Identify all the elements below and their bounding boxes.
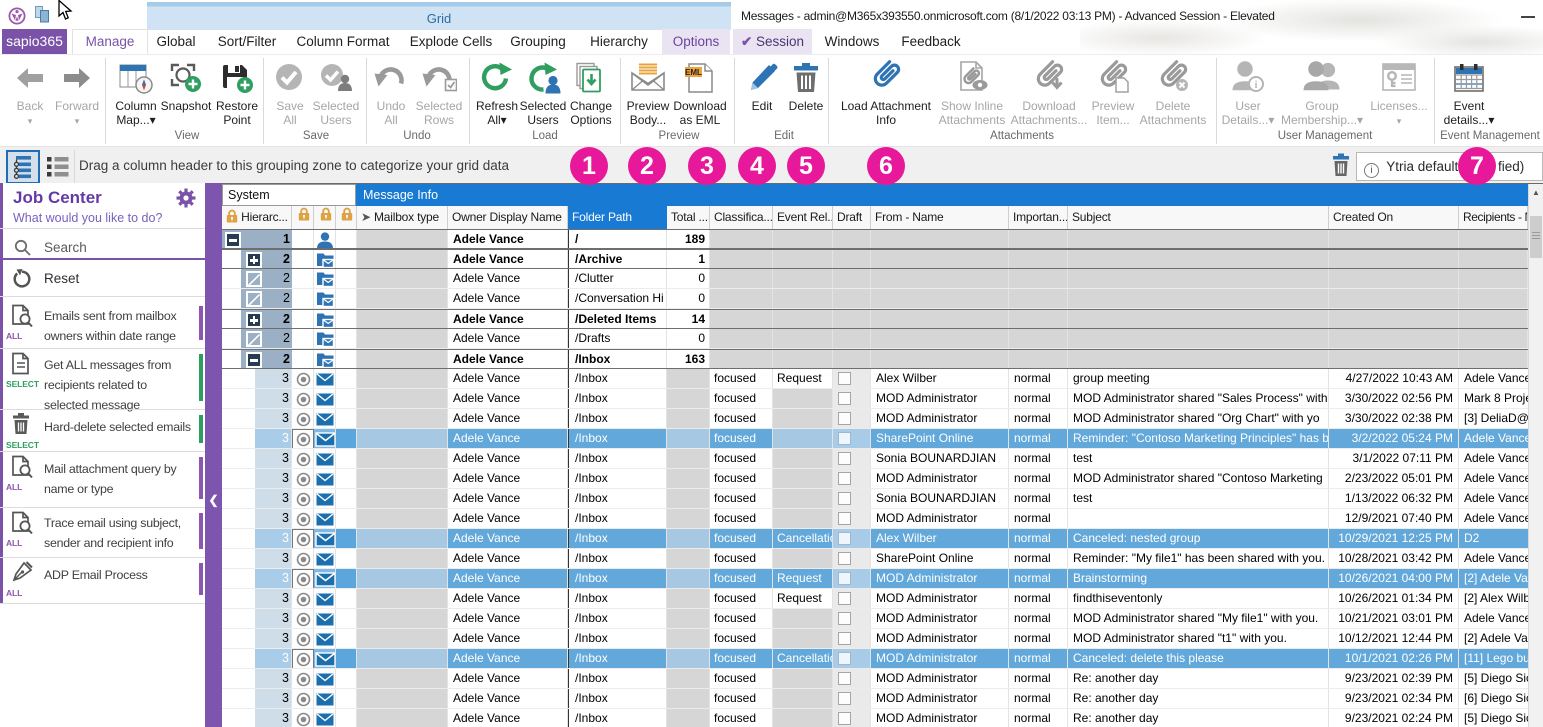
svg-text:EML: EML: [685, 68, 702, 77]
svg-text:i: i: [1255, 80, 1258, 91]
